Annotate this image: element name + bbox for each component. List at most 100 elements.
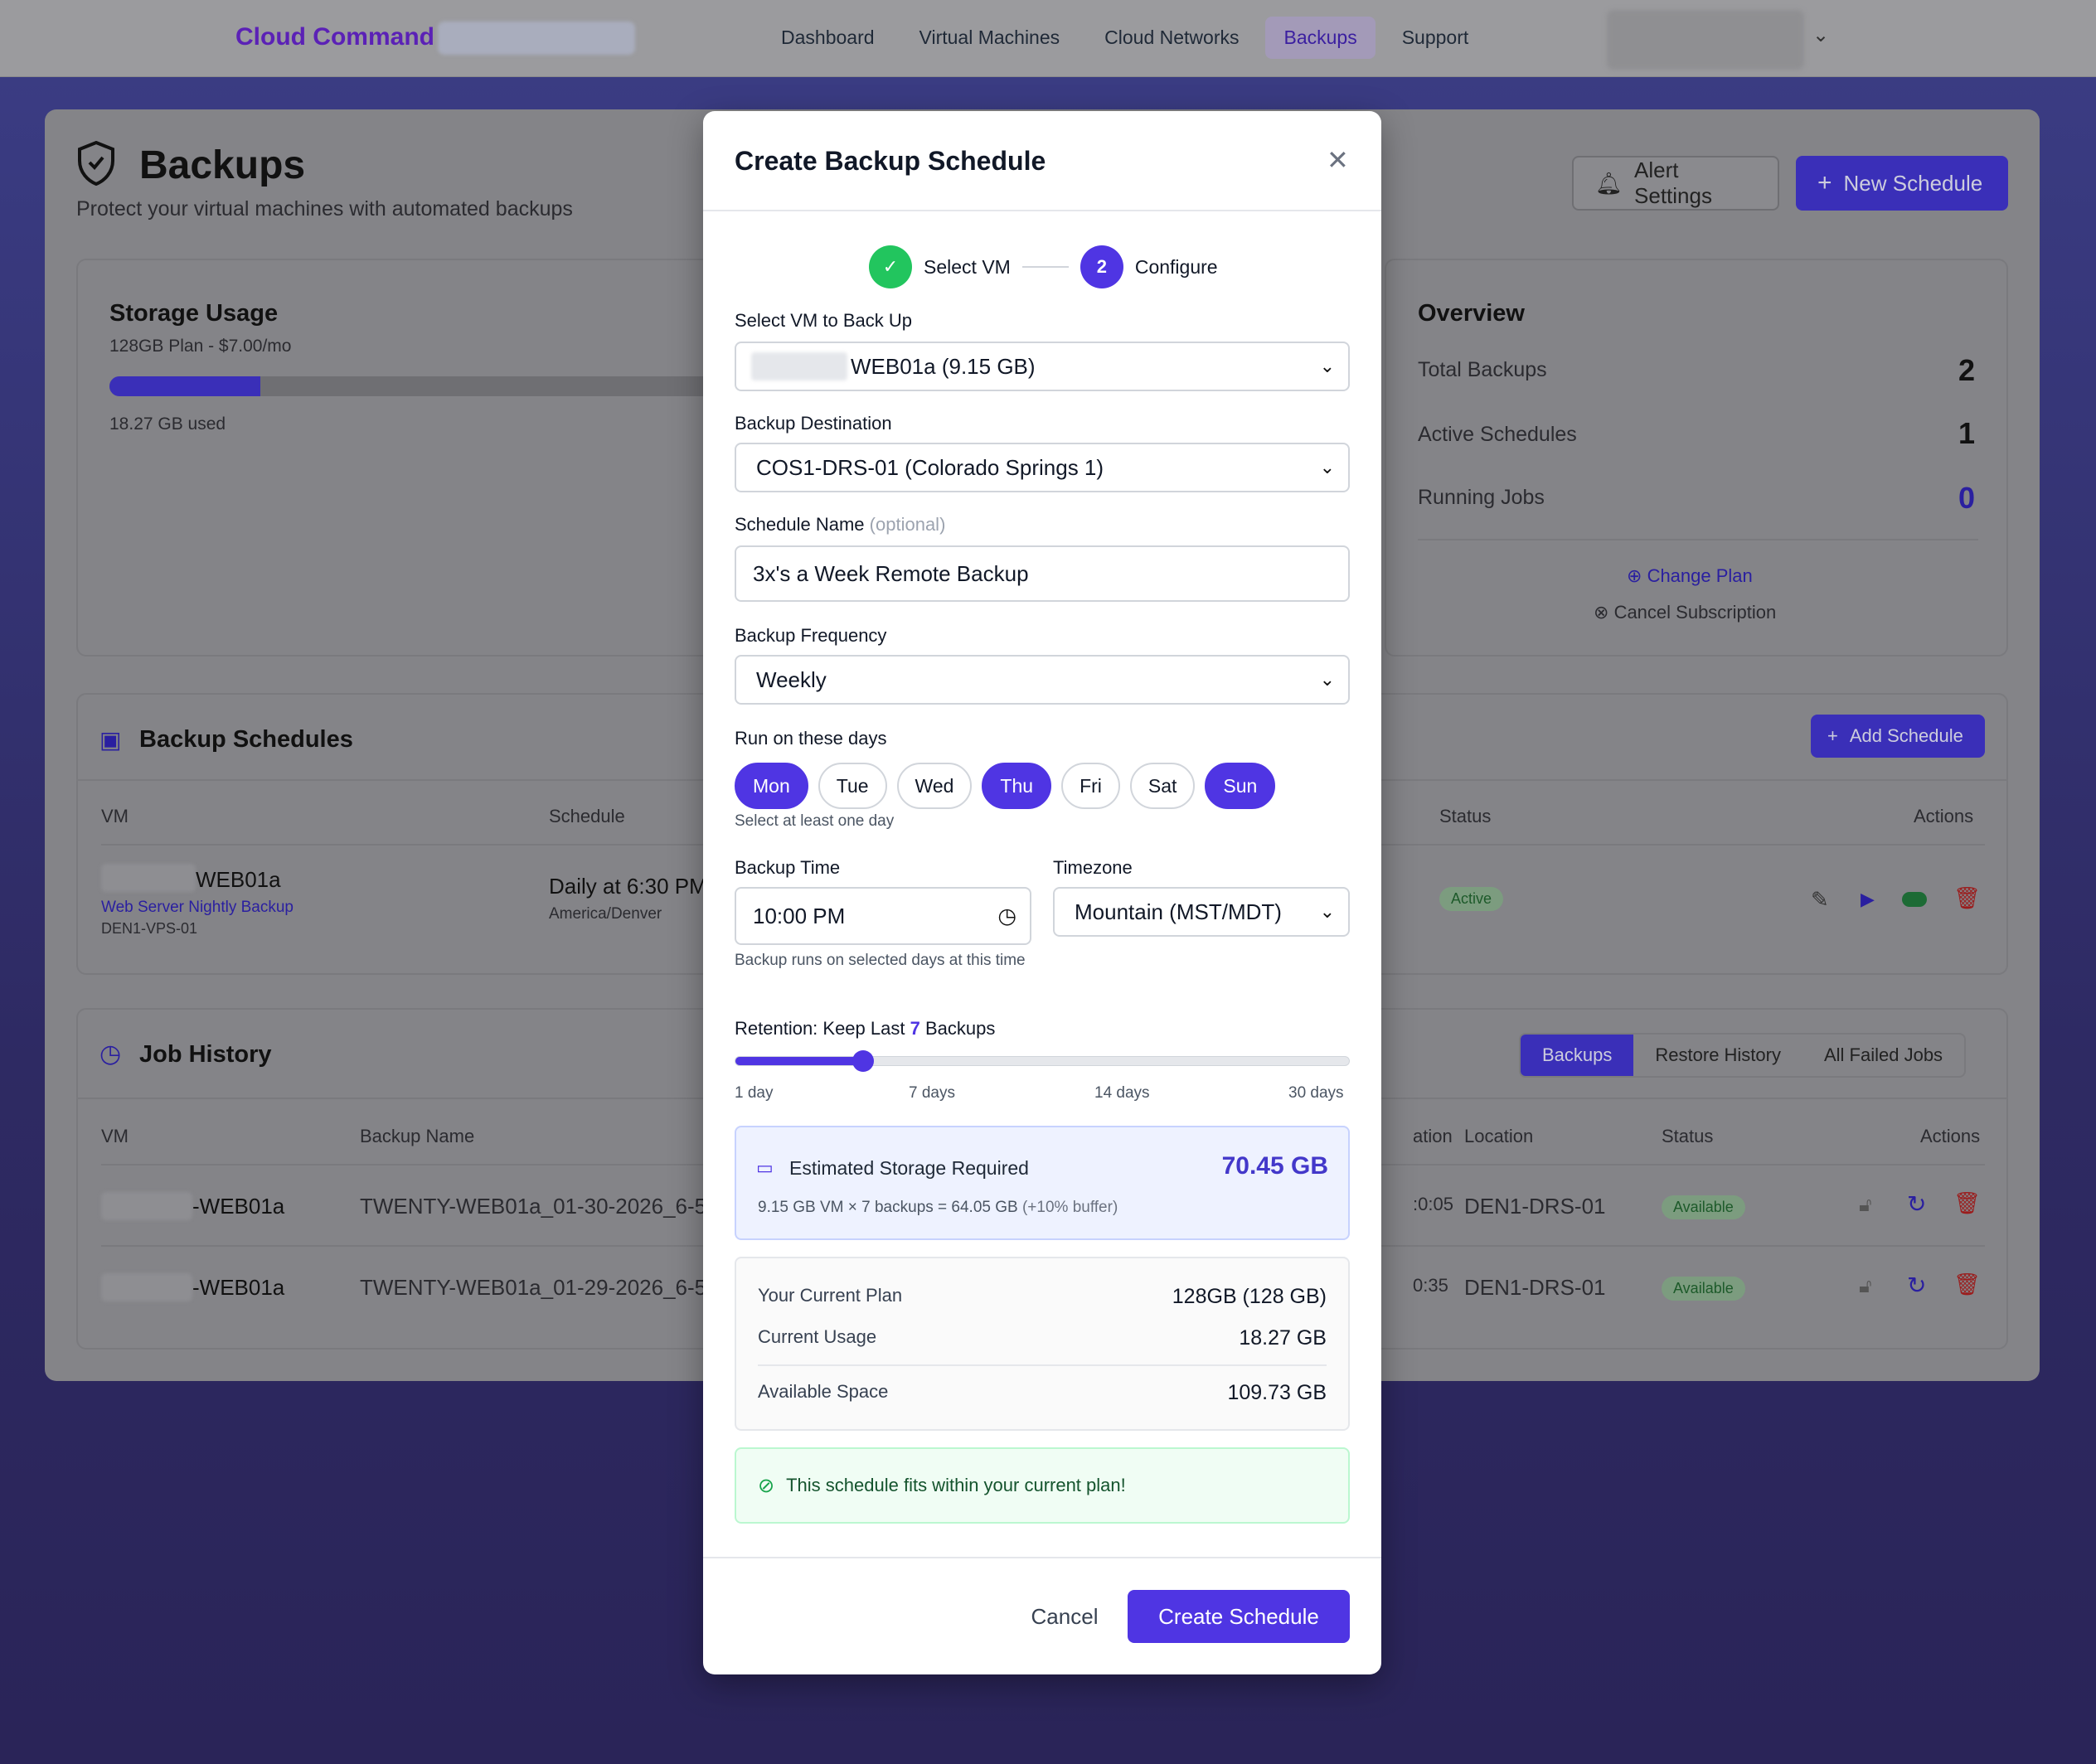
vm-select[interactable]: WEB01a (9.15 GB) ⌄: [735, 342, 1350, 391]
modal-title: Create Backup Schedule: [735, 146, 1046, 176]
retention-slider-fill: [735, 1057, 863, 1065]
tab-restore-history[interactable]: Restore History: [1633, 1035, 1802, 1076]
cancel-subscription-link[interactable]: ⊗ Cancel Subscription: [1594, 602, 1776, 623]
destination-select[interactable]: COS1-DRS-01 (Colorado Springs 1) ⌄: [735, 443, 1350, 492]
pencil-icon[interactable]: ✎: [1811, 887, 1829, 913]
new-schedule-button[interactable]: + New Schedule: [1796, 156, 2008, 211]
unlock-icon[interactable]: 🔓︎: [1859, 1275, 1872, 1298]
backup-time-label: Backup Time: [735, 857, 841, 878]
nav-dashboard[interactable]: Dashboard: [763, 17, 893, 59]
play-icon[interactable]: ▶: [1861, 889, 1875, 910]
active-schedules-value: 1: [1958, 416, 1975, 450]
chevron-down-icon: ⌄: [1319, 901, 1335, 922]
nav-cloud-networks[interactable]: Cloud Networks: [1086, 17, 1257, 59]
status-badge: Available: [1662, 1195, 1745, 1219]
page-title: Backups: [139, 143, 306, 187]
days-label: Run on these days: [735, 728, 887, 749]
redacted-vm-prefix: [101, 1273, 192, 1301]
col-location: Location: [1464, 1126, 1534, 1146]
plan-row-value: 128GB (128 GB): [1172, 1285, 1327, 1308]
timezone-value: Mountain (MST/MDT): [1075, 899, 1282, 924]
status-badge: Active: [1439, 887, 1504, 911]
total-backups-value: 2: [1958, 353, 1975, 387]
retention-suffix: Backups: [924, 1018, 996, 1039]
trash-icon[interactable]: 🗑︎: [1953, 1190, 1981, 1216]
optional-hint: (optional): [869, 514, 946, 535]
plan-row-label: Current Usage: [758, 1326, 877, 1347]
job-duration: :0:05: [1413, 1194, 1453, 1214]
running-jobs-value: 0: [1958, 481, 1975, 515]
schedule-timezone: America/Denver: [549, 905, 662, 923]
retention-slider[interactable]: [735, 1050, 1350, 1072]
day-thu[interactable]: Thu: [982, 763, 1052, 809]
hard-drive-icon: ▭: [756, 1157, 774, 1178]
schedule-timing: Daily at 6:30 PM: [549, 874, 707, 899]
schedule-name-label-text: Schedule Name: [735, 514, 865, 535]
step-configure: Configure: [1134, 255, 1218, 278]
change-plan-link[interactable]: ⊕ Change Plan: [1627, 565, 1753, 587]
add-schedule-button[interactable]: + Add Schedule: [1811, 715, 1985, 758]
timezone-label: Timezone: [1053, 857, 1133, 878]
tab-backups[interactable]: Backups: [1521, 1035, 1634, 1076]
plan-summary-box: Your Current Plan 128GB (128 GB) Current…: [735, 1257, 1350, 1431]
check-circle-icon: ⊘: [758, 1474, 775, 1497]
nav-backups[interactable]: Backups: [1265, 17, 1376, 59]
plan-row-value: 18.27 GB: [1239, 1326, 1327, 1350]
job-backup-name: TWENTY-WEB01a_01-30-2026_6-5: [360, 1194, 707, 1219]
day-sun[interactable]: Sun: [1205, 763, 1276, 809]
day-sat[interactable]: Sat: [1129, 763, 1196, 809]
day-mon[interactable]: Mon: [735, 763, 808, 809]
trash-icon[interactable]: 🗑︎: [1953, 885, 1981, 911]
retention-value: 7: [910, 1018, 920, 1039]
restore-icon[interactable]: ↻: [1907, 1190, 1926, 1218]
plan-row-label: Your Current Plan: [758, 1285, 903, 1306]
timezone-select[interactable]: Mountain (MST/MDT) ⌄: [1053, 887, 1350, 937]
retention-slider-handle[interactable]: [852, 1050, 874, 1072]
job-vm: -WEB01a: [192, 1275, 285, 1300]
create-backup-schedule-modal: Create Backup Schedule ✕ ✓ Select VM 2 C…: [703, 111, 1381, 1674]
job-backup-name: TWENTY-WEB01a_01-29-2026_6-5: [360, 1275, 707, 1300]
days-hint: Select at least one day: [735, 812, 895, 830]
backup-time-input[interactable]: 10:00 PM ◷: [735, 887, 1031, 945]
restore-icon[interactable]: ↻: [1907, 1272, 1926, 1299]
redacted-user-menu[interactable]: [1607, 10, 1804, 70]
day-tue[interactable]: Tue: [818, 763, 887, 809]
storage-progress-fill: [109, 376, 260, 396]
frequency-select[interactable]: Weekly ⌄: [735, 655, 1350, 705]
nav-virtual-machines[interactable]: Virtual Machines: [901, 17, 1079, 59]
chevron-down-icon: ⌄: [1319, 356, 1335, 376]
plan-divider: [758, 1364, 1327, 1366]
chevron-down-icon[interactable]: ⌄: [1812, 23, 1829, 47]
create-schedule-button[interactable]: Create Schedule: [1128, 1590, 1350, 1643]
page-subtitle: Protect your virtual machines with autom…: [76, 197, 573, 220]
tab-all-failed-jobs[interactable]: All Failed Jobs: [1802, 1035, 1964, 1076]
brand-name[interactable]: Cloud Command: [235, 23, 434, 51]
job-history-tabs: Backups Restore History All Failed Jobs: [1519, 1033, 1967, 1078]
plan-row-current-usage: Current Usage 18.27 GB: [758, 1326, 1327, 1350]
status-badge: Available: [1662, 1277, 1745, 1301]
cancel-button[interactable]: Cancel: [1007, 1590, 1123, 1643]
col-status: Status: [1439, 806, 1492, 826]
change-plan-label: Change Plan: [1647, 565, 1753, 586]
schedule-name-input[interactable]: 3x's a Week Remote Backup: [735, 545, 1350, 602]
unlock-icon[interactable]: 🔓︎: [1859, 1194, 1872, 1217]
arrow-up-circle-icon: ⊕: [1627, 565, 1642, 586]
toggle-icon[interactable]: [1902, 892, 1927, 907]
step-select-vm: Select VM: [924, 255, 1011, 278]
estimate-buffer: (+10% buffer): [1021, 1199, 1118, 1216]
close-icon[interactable]: ✕: [1327, 144, 1349, 176]
clock-icon[interactable]: ◷: [997, 904, 1016, 929]
trash-icon[interactable]: 🗑︎: [1953, 1272, 1981, 1297]
retention-prefix: Retention: Keep Last: [735, 1018, 905, 1039]
schedules-title: Backup Schedules: [139, 726, 353, 753]
estimate-value: 70.45 GB: [1221, 1152, 1328, 1180]
alert-settings-button[interactable]: 🔔︎ Alert Settings: [1572, 156, 1779, 211]
col-schedule: Schedule: [549, 806, 625, 826]
clock-icon: ◷: [99, 1040, 122, 1068]
destination-label: Backup Destination: [735, 413, 892, 434]
day-wed[interactable]: Wed: [896, 763, 973, 809]
job-location: DEN1-DRS-01: [1464, 1275, 1606, 1300]
nav-support[interactable]: Support: [1384, 17, 1487, 59]
day-fri[interactable]: Fri: [1061, 763, 1120, 809]
storage-plan: 128GB Plan - $7.00/mo: [109, 337, 292, 356]
